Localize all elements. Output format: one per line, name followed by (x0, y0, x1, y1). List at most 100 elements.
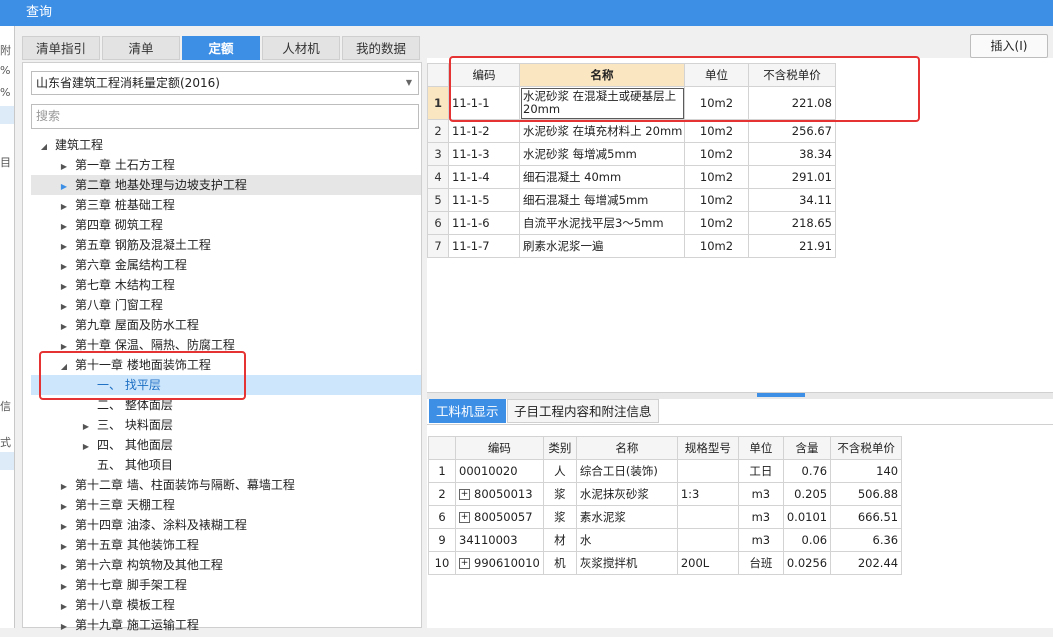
resource-row[interactable]: 1 00010020 人综合工日(装饰) 工日 0.76 140 (428, 459, 903, 483)
tab-work-content-notes[interactable]: 子目工程内容和附注信息 (507, 399, 659, 423)
cell-res-unit[interactable]: 台班 (737, 551, 784, 575)
tree-node[interactable]: ▶ 第十二章 墙、柱面装饰与隔断、幕墙工程 (31, 475, 421, 495)
cell-res-price[interactable]: 140 (830, 459, 903, 483)
collapsed-icon[interactable]: ▶ (57, 177, 71, 197)
collapsed-icon[interactable]: ▶ (57, 277, 71, 297)
cell-res-name[interactable]: 水 (575, 528, 678, 552)
tab-bill-guide[interactable]: 清单指引 (22, 36, 100, 60)
tree-node[interactable]: ▶ 三、 块料面层 (31, 415, 421, 435)
expand-plus-icon[interactable]: + (459, 489, 470, 500)
row-number[interactable]: 1 (427, 86, 449, 120)
collapsed-icon[interactable]: ▶ (57, 497, 71, 517)
tab-quota[interactable]: 定额 (182, 36, 260, 60)
quota-row[interactable]: 5 11-1-5 细石混凝土 每增减5mm 10m2 34.11 (427, 188, 836, 212)
row-number[interactable]: 3 (427, 142, 449, 166)
tree-node[interactable]: ◢ 建筑工程 (23, 135, 421, 155)
cell-unit[interactable]: 10m2 (684, 119, 749, 143)
cell-unit[interactable]: 10m2 (684, 188, 749, 212)
col-res-spec[interactable]: 规格型号 (676, 436, 739, 460)
cell-res-category[interactable]: 材 (542, 528, 577, 552)
row-number[interactable]: 9 (428, 528, 456, 552)
resource-row[interactable]: 9 34110003 材水 m3 0.06 6.36 (428, 528, 903, 552)
cell-name[interactable]: 水泥砂浆 在填充材料上 20mm (519, 119, 685, 143)
cell-code[interactable]: 11-1-2 (448, 119, 520, 143)
cell-res-qty[interactable]: 0.0101 (782, 505, 832, 529)
cell-code[interactable]: 11-1-6 (448, 211, 520, 235)
collapsed-icon[interactable]: ▶ (57, 257, 71, 277)
tab-bill[interactable]: 清单 (102, 36, 180, 60)
collapsed-icon[interactable]: ▶ (79, 437, 93, 457)
cell-res-name[interactable]: 灰浆搅拌机 (575, 551, 678, 575)
cell-price[interactable]: 218.65 (748, 211, 836, 235)
cell-res-price[interactable]: 666.51 (830, 505, 903, 529)
tree-node[interactable]: ▶ 第十五章 其他装饰工程 (31, 535, 421, 555)
col-res-unit[interactable]: 单位 (737, 436, 784, 460)
cell-res-qty[interactable]: 0.205 (782, 482, 832, 506)
tab-labor-material-machine[interactable]: 人材机 (262, 36, 340, 60)
tree-node[interactable]: ▶ 第四章 砌筑工程 (31, 215, 421, 235)
cell-res-price[interactable]: 202.44 (830, 551, 903, 575)
collapsed-icon[interactable]: ▶ (57, 157, 71, 177)
col-res-category[interactable]: 类别 (542, 436, 577, 460)
cell-code[interactable]: 11-1-7 (448, 234, 520, 258)
row-number[interactable]: 1 (428, 459, 456, 483)
row-number[interactable]: 6 (427, 211, 449, 235)
tree-node[interactable]: ▶ 第十三章 天棚工程 (31, 495, 421, 515)
collapsed-icon[interactable]: ▶ (57, 517, 71, 537)
cell-price[interactable]: 291.01 (748, 165, 836, 189)
cell-res-unit[interactable]: m3 (737, 528, 784, 552)
quota-library-select[interactable]: 山东省建筑工程消耗量定额(2016) ▼ (31, 71, 419, 95)
tree-node[interactable]: ▶ 第五章 钢筋及混凝土工程 (31, 235, 421, 255)
cell-res-code[interactable]: +80050057 (455, 505, 544, 529)
col-res-qty[interactable]: 含量 (782, 436, 832, 460)
collapsed-icon[interactable]: ▶ (57, 577, 71, 597)
tree-node[interactable]: ▶ 第十八章 模板工程 (31, 595, 421, 615)
cell-res-qty[interactable]: 0.0256 (782, 551, 832, 575)
tree-node[interactable]: ▶ 第六章 金属结构工程 (31, 255, 421, 275)
row-number[interactable]: 7 (427, 234, 449, 258)
cell-res-spec[interactable] (676, 528, 739, 552)
tree-node[interactable]: ▶ 四、 其他面层 (31, 435, 421, 455)
cell-res-code[interactable]: 00010020 (455, 459, 544, 483)
cell-res-spec[interactable] (676, 459, 739, 483)
cell-price[interactable]: 256.67 (748, 119, 836, 143)
cell-price[interactable]: 34.11 (748, 188, 836, 212)
cell-res-spec[interactable]: 1:3 (676, 482, 739, 506)
row-number[interactable]: 2 (427, 119, 449, 143)
tab-resource-display[interactable]: 工料机显示 (429, 399, 506, 423)
cell-res-unit[interactable]: m3 (737, 482, 784, 506)
cell-res-category[interactable]: 浆 (542, 505, 577, 529)
cell-res-name[interactable]: 水泥抹灰砂浆 (575, 482, 678, 506)
collapsed-icon[interactable]: ▶ (57, 237, 71, 257)
quota-row[interactable]: 2 11-1-2 水泥砂浆 在填充材料上 20mm 10m2 256.67 (427, 119, 836, 143)
resource-row[interactable]: 10 +990610010 机灰浆搅拌机 200L 台班 0.0256 202.44 (428, 551, 903, 575)
cell-res-spec[interactable]: 200L (676, 551, 739, 575)
cell-price[interactable]: 21.91 (748, 234, 836, 258)
row-number[interactable]: 2 (428, 482, 456, 506)
tree-node[interactable]: ▶ 第十七章 脚手架工程 (31, 575, 421, 595)
cell-res-spec[interactable] (676, 505, 739, 529)
splitter-grip[interactable] (757, 393, 805, 397)
tree-node[interactable]: ▶ 第十九章 施工运输工程 (31, 615, 421, 635)
col-res-price[interactable]: 不含税单价 (830, 436, 903, 460)
row-number[interactable]: 6 (428, 505, 456, 529)
collapsed-icon[interactable]: ▶ (57, 217, 71, 237)
cell-code[interactable]: 11-1-5 (448, 188, 520, 212)
col-res-code[interactable]: 编码 (455, 436, 544, 460)
quota-row[interactable]: 4 11-1-4 细石混凝土 40mm 10m2 291.01 (427, 165, 836, 189)
cell-res-name[interactable]: 综合工日(装饰) (575, 459, 678, 483)
cell-res-unit[interactable]: m3 (737, 505, 784, 529)
quota-row[interactable]: 7 11-1-7 刷素水泥浆一遍 10m2 21.91 (427, 234, 836, 258)
cell-code[interactable]: 11-1-3 (448, 142, 520, 166)
tree-node[interactable]: ▶ 第七章 木结构工程 (31, 275, 421, 295)
cell-name[interactable]: 刷素水泥浆一遍 (519, 234, 685, 258)
tab-my-data[interactable]: 我的数据 (342, 36, 420, 60)
cell-unit[interactable]: 10m2 (684, 142, 749, 166)
collapsed-icon[interactable]: ▶ (57, 197, 71, 217)
cell-name[interactable]: 细石混凝土 每增减5mm (519, 188, 685, 212)
collapsed-icon[interactable]: ▶ (57, 297, 71, 317)
tree-node[interactable]: 五、 其他项目 (31, 455, 421, 475)
insert-button[interactable]: 插入(I) (970, 34, 1048, 58)
tree-node[interactable]: ▶ 第一章 土石方工程 (31, 155, 421, 175)
tree-node[interactable]: ▶ 第三章 桩基础工程 (31, 195, 421, 215)
